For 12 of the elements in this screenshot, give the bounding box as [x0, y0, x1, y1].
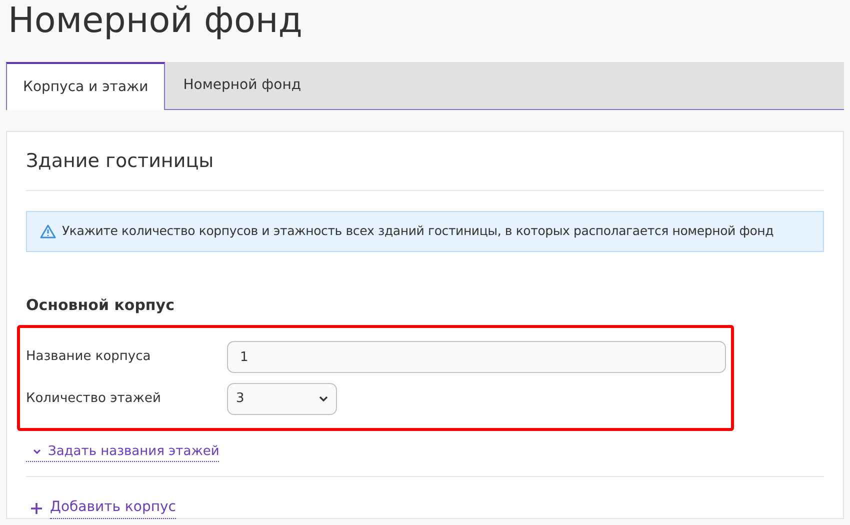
field-label: Название корпуса [26, 348, 152, 366]
section-title: Основной корпус [26, 295, 176, 315]
card-title: Здание гостиницы [26, 132, 824, 191]
page-title: Номерной фонд [7, 0, 304, 43]
floor-names-link[interactable]: Задать названия этажей [26, 442, 220, 462]
field-label: Количество этажей [26, 390, 162, 408]
tab[interactable]: Номерной фонд [165, 62, 320, 109]
tab[interactable]: Корпуса и этажи [6, 62, 166, 110]
text-field[interactable]: 1 [227, 341, 726, 373]
select-field[interactable]: 3 [227, 383, 337, 415]
add-building-link[interactable]: Добавить корпус [50, 497, 176, 520]
alert-text: Укажите количество корпусов и этажность всех зданий гостиницы, в которых располагается номерной фонд [62, 222, 774, 240]
